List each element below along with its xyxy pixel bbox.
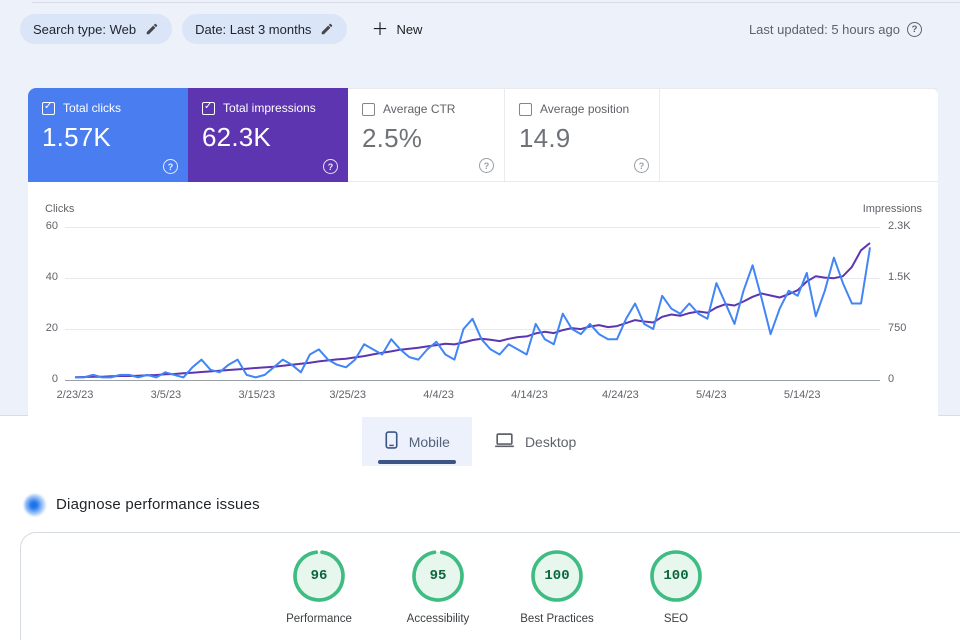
metric-label-row: Total clicks: [42, 101, 174, 115]
gauge-label: SEO: [663, 613, 689, 625]
metric-value: 1.57K: [42, 122, 111, 152]
gauge-score: 100: [544, 568, 570, 584]
lighthouse-gauge-best-practices[interactable]: 100 Best Practices: [507, 548, 607, 625]
filter-chip-label: Date: Last 3 months: [195, 21, 312, 37]
clicks-line: [75, 247, 871, 379]
last-updated: Last updated: 5 hours ago ?: [749, 22, 922, 37]
x-tick-5/14/23: 5/14/23: [783, 389, 821, 401]
left-tick-20: 20: [45, 322, 58, 334]
lighthouse-gauge-seo[interactable]: 100 SEO: [626, 548, 726, 625]
filter-chips-row: Search type: Web Date: Last 3 months ＋ Ne…: [20, 14, 422, 44]
left-tick-40: 40: [45, 271, 58, 283]
gauge-ring: 95: [410, 548, 466, 604]
top-divider: [32, 2, 960, 3]
metric-label: Average position: [540, 102, 630, 116]
help-icon[interactable]: ?: [479, 158, 494, 173]
edit-pencil-icon[interactable]: [320, 22, 334, 36]
last-updated-text: Last updated: 5 hours ago: [748, 22, 900, 37]
right-axis-title: Impressions: [862, 203, 922, 215]
metric-cards-row: Total clicks 1.57K? Total impressions 62.3K…: [28, 88, 938, 182]
tab-mobile[interactable]: Mobile: [361, 417, 472, 466]
gauge-label: Best Practices: [520, 613, 594, 625]
gauge-score: 100: [663, 568, 689, 584]
metric-label-row: Average position: [519, 102, 645, 116]
right-tick-750: 750: [888, 322, 907, 334]
filter-chip-label: Search type: Web: [33, 21, 137, 37]
metric-card-total-clicks[interactable]: Total clicks 1.57K?: [28, 88, 188, 182]
diagnose-title: Diagnose performance issues: [56, 496, 260, 513]
active-tab-underline: [377, 460, 456, 464]
metric-label: Total impressions: [223, 101, 316, 115]
device-tabs-bar: Mobile Desktop: [0, 417, 960, 466]
metric-cards-filler: [660, 88, 938, 182]
x-tick-4/24/23: 4/24/23: [602, 389, 639, 401]
desktop-monitor-icon: [494, 432, 515, 451]
left-tick-60: 60: [45, 220, 58, 232]
metric-value: 62.3K: [202, 122, 271, 152]
left-tick-0: 0: [51, 373, 58, 385]
metric-value: 14.9: [519, 123, 571, 153]
left-axis-title: Clicks: [45, 203, 75, 215]
gauge-label: Accessibility: [406, 613, 470, 625]
impressions-line: [74, 242, 871, 379]
gauge-ring: 100: [648, 548, 704, 604]
metric-card-total-impressions[interactable]: Total impressions 62.3K?: [188, 88, 348, 182]
new-filter-label: New: [396, 21, 423, 37]
help-icon[interactable]: ?: [163, 159, 178, 174]
x-tick-3/5/23: 3/5/23: [150, 389, 182, 401]
help-icon[interactable]: ?: [634, 158, 649, 173]
lighthouse-report-card: 96 Performance 95 Accessibility 100 Best Prac…: [20, 532, 960, 640]
metric-checkbox[interactable]: [202, 101, 215, 115]
metric-card-average-ctr[interactable]: Average CTR 2.5%?: [348, 88, 505, 182]
metric-checkbox[interactable]: [519, 102, 532, 116]
metric-label-row: Average CTR: [362, 102, 490, 116]
metric-label: Total clicks: [63, 101, 122, 115]
right-tick-2.3K: 2.3K: [888, 220, 911, 232]
lighthouse-gauge-accessibility[interactable]: 95 Accessibility: [388, 548, 488, 625]
gauge-label: Performance: [286, 613, 352, 625]
pagespeed-spinner-icon: [24, 494, 46, 516]
tab-desktop[interactable]: Desktop: [472, 417, 598, 466]
x-tick-5/4/23: 5/4/23: [696, 389, 727, 401]
lighthouse-gauge-performance[interactable]: 96 Performance: [269, 548, 369, 625]
metric-card-average-position[interactable]: Average position 14.9?: [505, 88, 660, 182]
x-tick-2/23/23: 2/23/23: [56, 389, 94, 401]
metric-checkbox[interactable]: [362, 102, 375, 116]
gauge-ring: 100: [529, 548, 585, 604]
filter-chip-1[interactable]: Date: Last 3 months: [182, 14, 348, 44]
filter-chip-0[interactable]: Search type: Web: [20, 14, 173, 44]
metric-label-row: Total impressions: [202, 101, 334, 115]
metric-label: Average CTR: [383, 102, 456, 116]
metric-value: 2.5%: [362, 123, 423, 153]
new-filter-button[interactable]: ＋ New: [371, 21, 422, 38]
lighthouse-scores-row: 96 Performance 95 Accessibility 100 Best Prac…: [269, 548, 726, 625]
gauge-score: 96: [310, 568, 328, 584]
edit-pencil-icon[interactable]: [145, 22, 159, 36]
x-tick-3/25/23: 3/25/23: [329, 389, 367, 401]
tab-label: Mobile: [408, 433, 450, 450]
gauge-ring: 96: [291, 548, 347, 604]
performance-chart[interactable]: [65, 227, 880, 383]
mobile-phone-icon: [384, 431, 399, 452]
help-icon[interactable]: ?: [907, 22, 922, 37]
diagnose-section: Diagnose performance issues: [0, 466, 960, 532]
x-tick-4/4/23: 4/4/23: [423, 389, 454, 401]
x-tick-4/14/23: 4/14/23: [511, 389, 548, 401]
performance-card: Total clicks 1.57K? Total impressions 62.3K…: [28, 88, 938, 416]
plus-icon: ＋: [371, 19, 389, 39]
right-tick-1.5K: 1.5K: [888, 271, 911, 283]
search-console-performance-section: Search type: Web Date: Last 3 months ＋ Ne…: [0, 0, 960, 416]
x-tick-3/15/23: 3/15/23: [238, 389, 276, 401]
tab-label: Desktop: [524, 433, 577, 450]
help-icon[interactable]: ?: [323, 159, 338, 174]
gauge-score: 95: [429, 568, 447, 584]
metric-checkbox[interactable]: [42, 101, 55, 115]
right-tick-0: 0: [888, 373, 895, 385]
